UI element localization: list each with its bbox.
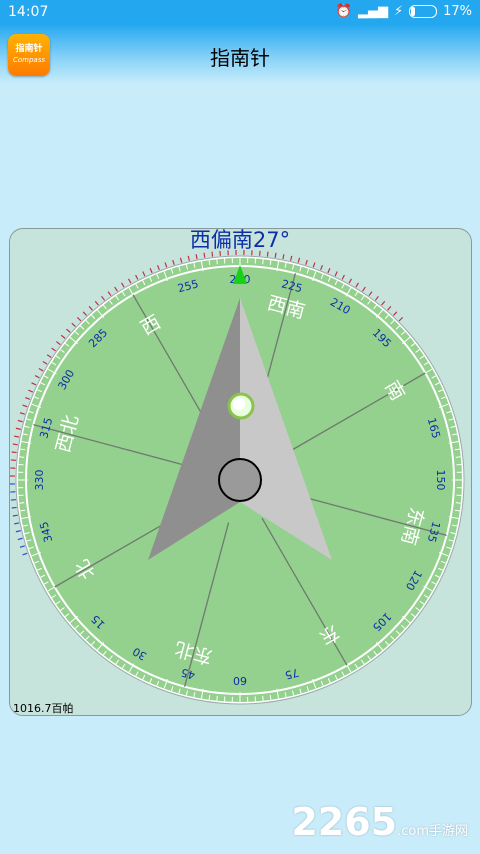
dial-tick [208,260,211,266]
accuracy-tick [71,322,76,327]
accuracy-tick [312,262,316,268]
accuracy-tick [42,361,48,365]
accuracy-tick [19,412,26,415]
heading-readout: 西偏南27° [189,228,291,252]
accuracy-tick [398,316,404,322]
pressure-readout: 1016.7百帕 [13,702,74,715]
dial-tick [20,448,26,451]
dial-tick [19,502,25,504]
accuracy-tick [381,300,386,306]
accuracy-tick [101,295,106,301]
accuracy-tick [55,341,61,346]
dial-tick [455,456,461,458]
accuracy-tick [82,311,87,316]
watermark-suffix: .com手游网 [397,824,468,839]
dial-tick [454,509,460,512]
accuracy-tick [22,552,28,556]
accuracy-tick [164,262,168,268]
accuracy-tick [142,271,146,277]
accuracy-tick [334,271,338,277]
accuracy-tick [17,419,23,423]
accuracy-tick [195,254,198,260]
dial-tick [262,695,264,701]
accuracy-tick [282,254,285,260]
accuracy-tick [94,300,99,306]
accuracy-tick [187,255,190,261]
accuracy-tick [14,522,20,525]
accuracy-tick [28,389,34,393]
accuracy-tick [15,530,21,533]
accuracy-tick [38,367,44,372]
accuracy-tick [107,291,112,297]
dial-tick [269,260,272,266]
accuracy-tick [362,286,366,292]
dial-tick [208,694,211,700]
accuracy-tick [14,435,20,438]
accuracy-tick [51,347,57,352]
accuracy-tick [157,265,160,271]
accuracy-tick [393,311,398,316]
dial-tick [19,456,25,458]
accuracy-tick [149,268,153,274]
compass-dial[interactable]: 2252402552853003153303451530456075105120… [0,0,480,854]
accuracy-tick [305,259,308,266]
accuracy-tick [341,274,345,280]
accuracy-tick [15,427,21,430]
accuracy-tick [31,382,37,386]
accuracy-tick [11,451,17,454]
accuracy-tick [368,291,373,297]
accuracy-tick [374,295,379,301]
dial-tick [455,502,461,504]
dial-tick [269,694,272,700]
accuracy-tick [17,537,23,541]
accuracy-tick [179,257,183,263]
accuracy-tick [12,443,18,446]
accuracy-tick [76,316,82,322]
degree-label: 60 [233,674,247,687]
accuracy-tick [297,257,301,263]
accuracy-tick [46,354,52,358]
dial-tick [216,259,218,265]
watermark-brand: 2265 [291,800,398,844]
accuracy-tick [121,282,125,288]
accuracy-tick [11,506,17,509]
accuracy-tick [12,514,18,517]
accuracy-tick [88,306,93,311]
accuracy-tick [22,404,28,408]
accuracy-tick [25,397,31,400]
site-watermark: 2265.com手游网 [291,800,468,844]
accuracy-tick [387,306,392,311]
accuracy-tick [135,274,139,280]
accuracy-tick [66,328,71,333]
accuracy-tick [60,334,66,339]
accuracy-tick [327,268,331,274]
accuracy-tick [290,255,293,261]
dial-tick [20,509,26,512]
dial-tick [262,259,264,265]
level-bubble-highlight [233,398,245,410]
degree-label: 150 [434,470,447,491]
accuracy-tick [355,282,359,288]
accuracy-tick [127,278,132,284]
degree-label: 330 [33,470,46,491]
accuracy-tick [114,286,118,292]
accuracy-tick [172,259,175,266]
accuracy-tick [19,545,26,548]
dial-tick [216,695,218,701]
accuracy-tick [320,265,323,271]
needle-pivot [218,458,262,502]
accuracy-tick [348,278,353,284]
dial-tick [454,448,460,451]
accuracy-tick [34,375,40,379]
